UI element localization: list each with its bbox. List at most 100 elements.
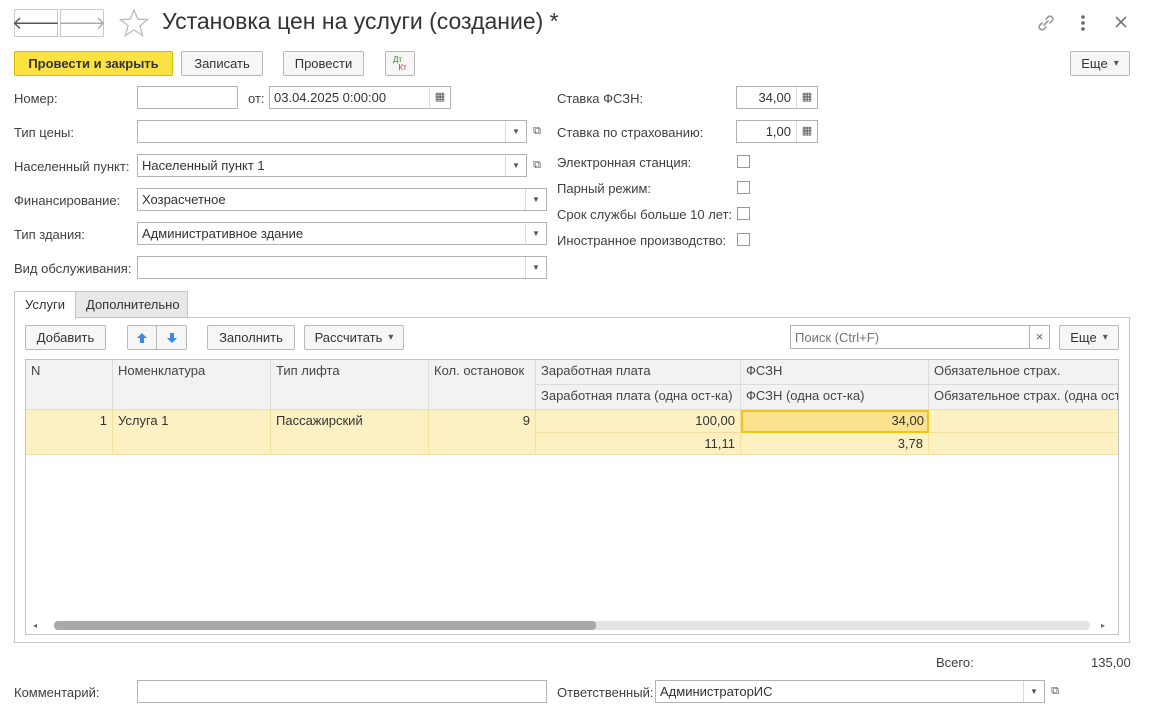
calendar-icon[interactable]: ▦ xyxy=(429,87,450,108)
responsible-value: АдминистраторИС xyxy=(660,684,773,699)
open-locality-icon[interactable]: ⧉ xyxy=(527,154,547,177)
calculator-icon[interactable]: ▦ xyxy=(796,87,817,108)
tab-additional[interactable]: Дополнительно xyxy=(75,291,188,318)
close-icon[interactable] xyxy=(1113,13,1129,36)
chevron-down-icon[interactable]: ▼ xyxy=(525,257,546,278)
table-cell-salary-per-stop[interactable]: 11,11 xyxy=(536,433,741,455)
calculator-icon[interactable]: ▦ xyxy=(796,121,817,142)
table-cell-nomenclature[interactable]: Услуга 1 xyxy=(113,410,271,455)
arrow-down-icon xyxy=(166,332,177,343)
fill-button[interactable]: Заполнить xyxy=(207,325,295,350)
service-life-checkbox[interactable] xyxy=(737,207,750,220)
more-label: Еще xyxy=(1081,56,1108,71)
more-button[interactable]: Еще xyxy=(1070,51,1130,76)
scroll-left-icon[interactable]: ◂ xyxy=(33,621,37,630)
table-cell-fszn-per-stop[interactable]: 3,78 xyxy=(741,433,929,455)
table-cell-insurance[interactable] xyxy=(929,410,1118,433)
chevron-down-icon[interactable]: ▼ xyxy=(525,223,546,244)
favorite-star-icon[interactable] xyxy=(118,7,150,42)
financing-value: Хозрасчетное xyxy=(142,192,226,207)
column-header-lift-type[interactable]: Тип лифта xyxy=(271,360,429,410)
scroll-right-icon[interactable]: ▸ xyxy=(1101,621,1105,630)
column-header-insurance-per-stop[interactable]: Обязательное страх. (одна ост-ка) xyxy=(929,385,1118,410)
responsible-input[interactable]: АдминистраторИС ▼ xyxy=(655,680,1045,703)
column-header-stops[interactable]: Кол. остановок xyxy=(429,360,536,410)
from-label: от: xyxy=(248,91,265,106)
table-cell-n[interactable]: 1 xyxy=(26,410,113,455)
comment-input[interactable] xyxy=(137,680,547,703)
tab-services[interactable]: Услуги xyxy=(14,291,76,319)
chevron-down-icon[interactable]: ▼ xyxy=(505,155,526,176)
service-type-label: Вид обслуживания: xyxy=(14,261,132,276)
price-type-label: Тип цены: xyxy=(14,125,74,140)
column-header-fszn-per-stop[interactable]: ФСЗН (одна ост-ка) xyxy=(741,385,929,410)
table-cell-salary[interactable]: 100,00 xyxy=(536,410,741,433)
responsible-label: Ответственный: xyxy=(557,685,654,700)
table-cell-fszn[interactable]: 34,00 xyxy=(741,410,929,433)
add-button[interactable]: Добавить xyxy=(25,325,106,350)
fszn-rate-value: 34,00 xyxy=(758,90,791,105)
table-more-button[interactable]: Еще xyxy=(1059,325,1119,350)
arrow-right-icon: 🡒 xyxy=(57,12,107,33)
forward-button[interactable]: 🡒 xyxy=(57,9,107,37)
locality-input[interactable]: Населенный пункт 1 ▼ xyxy=(137,154,527,177)
chevron-down-icon[interactable]: ▼ xyxy=(525,189,546,210)
date-value: 03.04.2025 0:00:00 xyxy=(274,90,387,105)
open-price-type-icon[interactable]: ⧉ xyxy=(527,120,547,143)
paired-mode-label: Парный режим: xyxy=(557,181,652,196)
insurance-rate-input[interactable]: 1,00 ▦ xyxy=(736,120,818,143)
insurance-rate-label: Ставка по страхованию: xyxy=(557,125,704,140)
paired-mode-checkbox[interactable] xyxy=(737,181,750,194)
electronic-station-label: Электронная станция: xyxy=(557,155,692,170)
foreign-production-checkbox[interactable] xyxy=(737,233,750,246)
horizontal-scrollbar[interactable] xyxy=(54,621,1090,630)
column-header-nomenclature[interactable]: Номенклатура xyxy=(113,360,271,410)
column-header-salary-per-stop[interactable]: Заработная плата (одна ост-ка) xyxy=(536,385,741,410)
table-cell-lift-type[interactable]: Пассажирский xyxy=(271,410,429,455)
price-type-input[interactable]: ▼ xyxy=(137,120,527,143)
financing-label: Финансирование: xyxy=(14,193,121,208)
electronic-station-checkbox[interactable] xyxy=(737,155,750,168)
comment-label: Комментарий: xyxy=(14,685,100,700)
more-vertical-icon[interactable] xyxy=(1079,12,1087,39)
service-type-input[interactable]: ▼ xyxy=(137,256,547,279)
chevron-down-icon[interactable]: ▼ xyxy=(505,121,526,142)
locality-value: Населенный пункт 1 xyxy=(142,158,265,173)
clear-search-button[interactable]: × xyxy=(1029,325,1050,349)
tab-services-label: Услуги xyxy=(25,297,65,312)
scrollbar-thumb[interactable] xyxy=(54,621,596,630)
building-type-label: Тип здания: xyxy=(14,227,85,242)
fszn-rate-input[interactable]: 34,00 ▦ xyxy=(736,86,818,109)
search-input[interactable] xyxy=(790,325,1030,349)
column-header-fszn[interactable]: ФСЗН xyxy=(741,360,929,385)
column-header-insurance[interactable]: Обязательное страх. xyxy=(929,360,1118,385)
post-button[interactable]: Провести xyxy=(283,51,364,76)
foreign-production-label: Иностранное производство: xyxy=(557,233,727,248)
column-header-n[interactable]: N xyxy=(26,360,113,410)
arrow-left-icon: 🡐 xyxy=(11,12,61,33)
page-title: Установка цен на услуги (создание) * xyxy=(162,8,559,34)
link-icon[interactable] xyxy=(1035,12,1057,39)
open-responsible-icon[interactable]: ⧉ xyxy=(1045,680,1065,703)
table-cell-insurance-per-stop[interactable] xyxy=(929,433,1118,455)
date-input[interactable]: 03.04.2025 0:00:00 ▦ xyxy=(269,86,451,109)
move-up-button[interactable] xyxy=(127,325,157,350)
calculate-button[interactable]: Рассчитать xyxy=(304,325,404,350)
dt-kt-button[interactable]: Дт Кт xyxy=(385,51,415,76)
financing-input[interactable]: Хозрасчетное ▼ xyxy=(137,188,547,211)
building-type-value: Административное здание xyxy=(142,226,304,241)
total-label: Всего: xyxy=(936,655,974,670)
building-type-input[interactable]: Административное здание ▼ xyxy=(137,222,547,245)
column-header-salary[interactable]: Заработная плата xyxy=(536,360,741,385)
back-button[interactable]: 🡐 xyxy=(11,9,61,37)
number-input[interactable] xyxy=(137,86,238,109)
move-down-button[interactable] xyxy=(156,325,187,350)
save-button[interactable]: Записать xyxy=(181,51,263,76)
table-cell-stops[interactable]: 9 xyxy=(429,410,536,455)
insurance-rate-value: 1,00 xyxy=(765,124,791,139)
arrow-up-icon xyxy=(137,332,147,343)
services-table[interactable]: N Номенклатура Тип лифта Кол. остановок … xyxy=(25,359,1119,635)
chevron-down-icon[interactable]: ▼ xyxy=(1023,681,1044,702)
post-and-close-button[interactable]: Провести и закрыть xyxy=(14,51,173,76)
calculate-label: Рассчитать xyxy=(314,330,383,345)
